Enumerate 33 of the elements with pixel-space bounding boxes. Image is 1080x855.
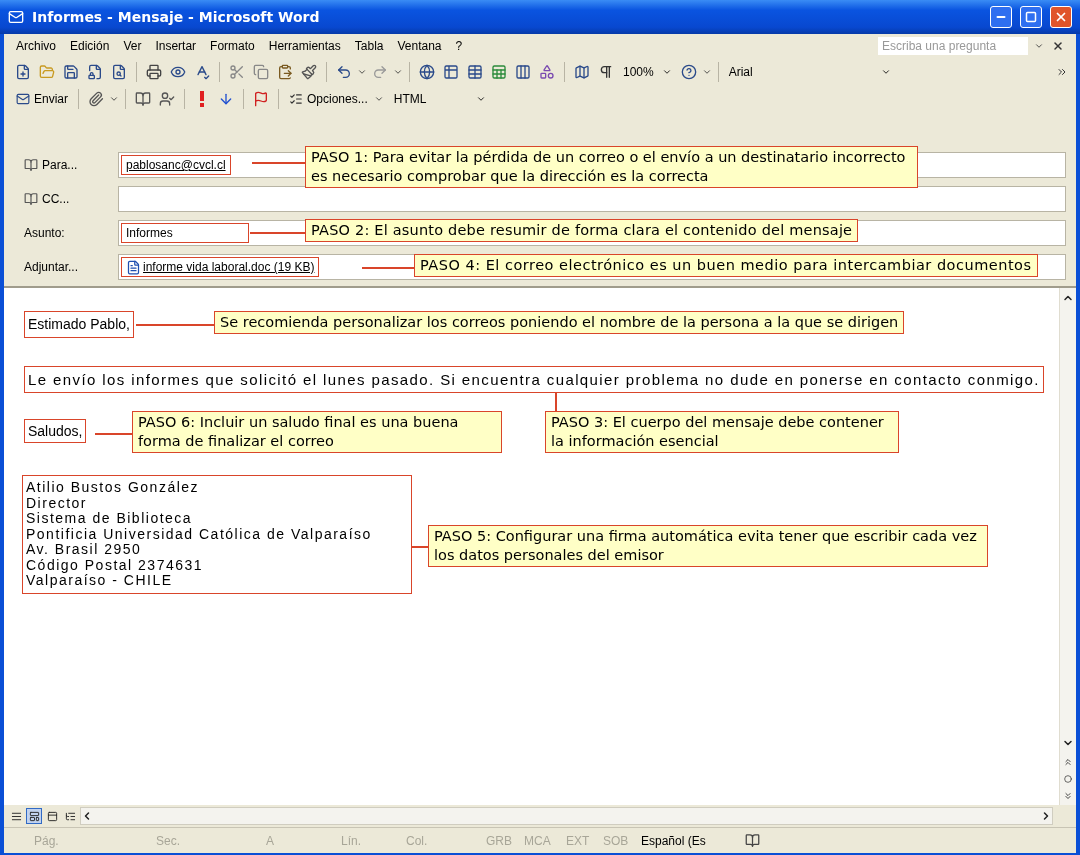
field-label: Asunto: — [24, 225, 65, 242]
callout-tooltip: PASO 6: Incluir un saludo final es una buena forma de finalizar el correo — [132, 411, 502, 453]
window-title: Informes - Mensaje - Microsoft Word — [32, 7, 321, 27]
status-text: Español (Es — [641, 832, 707, 850]
callout-tooltip: PASO 3: El cuerpo del mensaje debe contener la información esencial — [545, 411, 899, 453]
callout-tooltip: PASO 4: El correo electrónico es un buen medio para intercambiar documentos — [414, 254, 1038, 277]
signature-line: Pontificia Universidad Católica de Valparaíso — [26, 526, 373, 542]
status-text: Col. — [406, 832, 429, 850]
greeting-text: Estimado Pablo, — [24, 311, 134, 338]
signature-line: Atilio Bustos González — [26, 480, 201, 496]
status-text: Lín. — [341, 832, 362, 850]
closing-text: Saludos, — [24, 419, 87, 443]
body-paragraph: Le envío los informes que solicitó el lunes pasado. Si encuentra cualquier problema no dude en ponerse en contacto conmigo. — [24, 366, 1044, 393]
status-text: MCA — [524, 832, 552, 850]
signature-line: Av. Brasil 2950 — [26, 542, 143, 558]
address-value: pablosanc@cvcl.cl — [121, 155, 231, 175]
status-text: Pág. — [34, 832, 60, 850]
status-text: A — [266, 832, 275, 850]
status-text: GRB — [486, 832, 513, 850]
status-text: SOB — [603, 832, 630, 850]
attachment-name: informe vida laboral.doc (19 KB) — [143, 259, 315, 276]
signature-line: Código Postal 2374631 — [26, 557, 205, 573]
signature-line: Director — [26, 495, 88, 511]
signature-line: Valparaíso - CHILE — [26, 573, 174, 589]
field-label: Adjuntar... — [24, 259, 79, 276]
status-text: Sec. — [156, 832, 181, 850]
status-text: EXT — [566, 832, 591, 850]
signature-line: Sistema de Biblioteca — [26, 511, 194, 527]
callout-tooltip: Se recomienda personalizar los correos poniendo el nombre de la persona a la que se dirigen — [214, 311, 905, 334]
callout-tooltip: PASO 5: Configurar una firma automática evita tener que escribir cada vez los datos personales del emisor — [428, 525, 988, 567]
callout-tooltip: PASO 1: Para evitar la pérdida de un correo o el envío a un destinatario incorrecto es necesario comprobar que la dirección es la correcta — [305, 146, 918, 188]
callout-tooltip: PASO 2: El asunto debe resumir de forma clara el contenido del mensaje — [305, 219, 859, 242]
subject-value: Informes — [121, 223, 249, 243]
